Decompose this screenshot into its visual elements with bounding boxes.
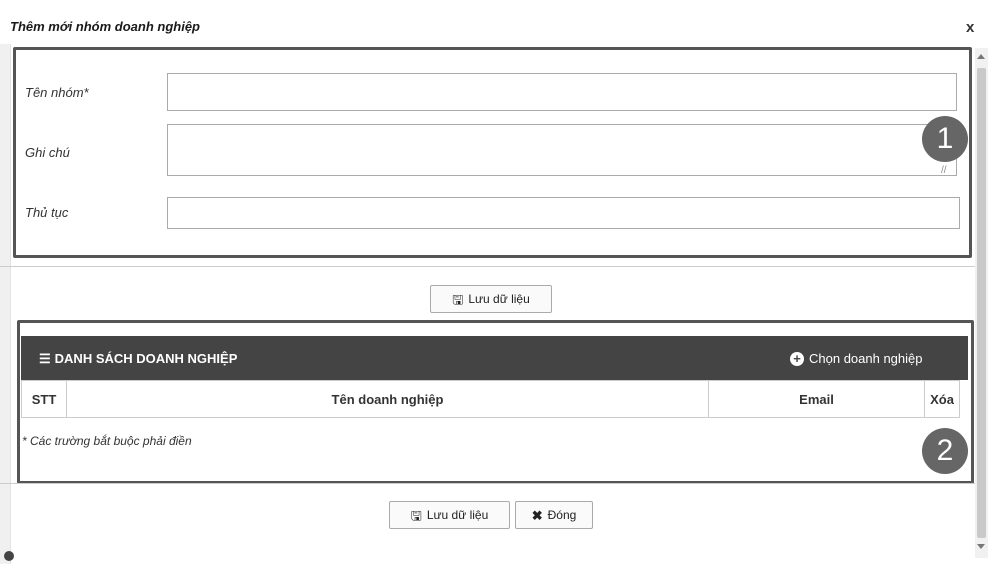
plus-circle-icon: + <box>790 352 804 366</box>
divider-footer <box>0 483 975 484</box>
scroll-up-icon[interactable] <box>977 54 985 59</box>
column-delete: Xóa <box>924 380 960 418</box>
resize-handle-icon[interactable]: // <box>941 165 947 176</box>
save-button-label: Lưu dữ liệu <box>468 292 530 306</box>
scrollbar[interactable] <box>975 48 988 558</box>
note-textarea[interactable] <box>167 124 957 176</box>
x-icon: ✖ <box>531 507 543 523</box>
footer-save-button[interactable]: 🖫 Lưu dữ liệu <box>389 501 510 529</box>
group-name-label: Tên nhóm* <box>25 85 89 100</box>
choose-company-label: Chọn doanh nghiệp <box>809 351 923 366</box>
choose-company-button[interactable]: + Chọn doanh nghiệp <box>790 351 923 366</box>
column-stt: STT <box>21 380 67 418</box>
required-note: * Các trường bắt buộc phải điền <box>22 434 192 448</box>
procedure-label: Thủ tục <box>25 205 69 220</box>
company-table: STT Tên doanh nghiệp Email Xóa <box>21 380 960 418</box>
badge-1: 1 <box>922 116 968 162</box>
company-list-header: ☰ DANH SÁCH DOANH NGHIỆP + Chọn doanh nghi… <box>21 336 968 380</box>
scroll-thumb[interactable] <box>977 68 986 538</box>
group-name-input[interactable] <box>167 73 957 111</box>
close-button[interactable]: ✖ Đóng <box>515 501 593 529</box>
procedure-input[interactable] <box>167 197 960 229</box>
dialog-title: Thêm mới nhóm doanh nghiệp <box>10 19 200 34</box>
dialog-titlebar: Thêm mới nhóm doanh nghiệp x <box>0 0 988 44</box>
scroll-down-icon[interactable] <box>977 544 985 549</box>
column-email: Email <box>708 380 925 418</box>
page-left-edge <box>0 44 11 564</box>
column-company-name: Tên doanh nghiệp <box>66 380 709 418</box>
note-label: Ghi chú <box>25 145 70 160</box>
floppy-disk-icon: 🖫 <box>410 507 422 523</box>
floppy-disk-icon: 🖫 <box>452 291 464 307</box>
close-button-label: Đóng <box>547 508 577 522</box>
list-icon: ☰ <box>39 351 51 366</box>
badge-2: 2 <box>922 428 968 474</box>
table-header-row: STT Tên doanh nghiệp Email Xóa <box>21 380 960 418</box>
footer-save-label: Lưu dữ liệu <box>426 508 489 522</box>
list-title-text: DANH SÁCH DOANH NGHIỆP <box>54 351 238 366</box>
save-button[interactable]: 🖫 Lưu dữ liệu <box>430 285 552 313</box>
corner-icon <box>4 551 14 561</box>
list-title: ☰ DANH SÁCH DOANH NGHIỆP <box>39 351 237 367</box>
divider <box>0 266 975 267</box>
close-icon[interactable]: x <box>966 19 974 36</box>
